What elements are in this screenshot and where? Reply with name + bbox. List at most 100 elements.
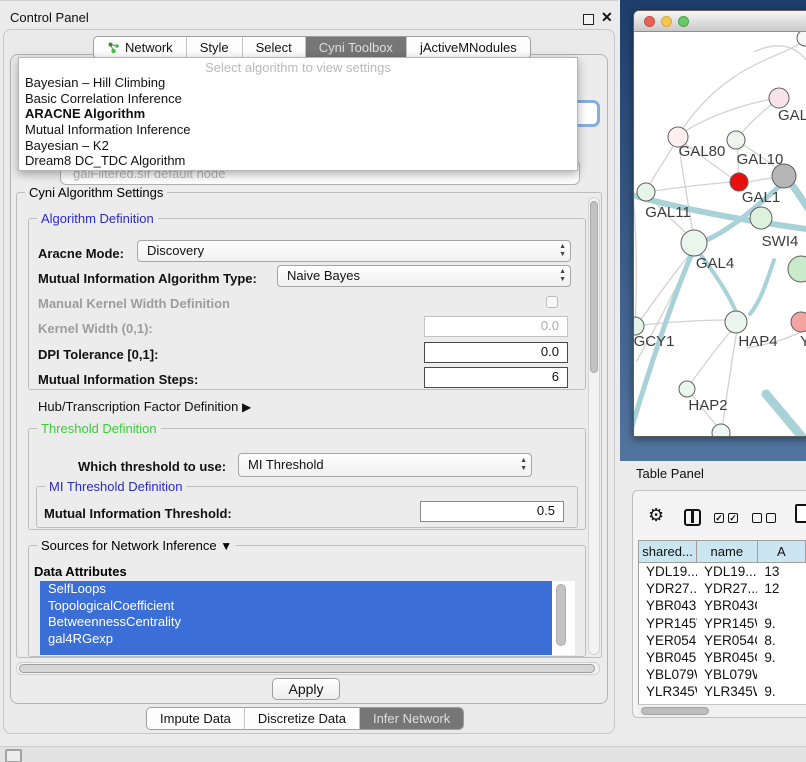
aracne-mode-combobox[interactable]: Discovery ▲▼: [137, 240, 571, 262]
node-label: GAL11: [645, 204, 691, 221]
table-row[interactable]: YDL19...YDL19...13: [639, 563, 806, 580]
network-node-gal4[interactable]: [681, 230, 707, 256]
apply-button[interactable]: Apply: [272, 678, 340, 700]
algorithm-option[interactable]: Basic Correlation Inference: [19, 91, 577, 107]
network-edge[interactable]: [678, 98, 779, 136]
network-edge[interactable]: [754, 46, 806, 66]
network-edge[interactable]: [634, 152, 636, 324]
network-canvas[interactable]: GALGAL80GAL10GAL1GAL11SWI4GAL4GCY1HAP4YH…: [634, 32, 806, 437]
table-row[interactable]: YER054CYER054C8.: [639, 632, 806, 649]
network-node[interactable]: [788, 256, 806, 282]
algorithm-option[interactable]: Bayesian – K2: [19, 138, 577, 154]
select-all-icon[interactable]: ✓: [714, 513, 724, 523]
network-node-gal11[interactable]: [637, 183, 655, 201]
aracne-mode-value: Discovery: [147, 243, 204, 258]
network-node-hap4[interactable]: [725, 311, 747, 333]
tab-style[interactable]: Style: [187, 37, 243, 58]
sources-group-title[interactable]: Sources for Network Inference ▼: [37, 538, 236, 553]
tab-select[interactable]: Select: [243, 37, 306, 58]
network-node-y[interactable]: [791, 312, 806, 332]
attributes-list-scrollbar[interactable]: [556, 584, 566, 646]
tab-jactivemnodules[interactable]: jActiveMNodules: [407, 37, 530, 58]
network-node-swi4[interactable]: [750, 207, 772, 229]
network-view-window[interactable]: GALGAL80GAL10GAL1GAL11SWI4GAL4GCY1HAP4YH…: [633, 10, 806, 437]
table-row[interactable]: YLR345WYLR345W9.: [639, 683, 806, 700]
table-cell: YLR345W: [697, 683, 757, 700]
columns-icon[interactable]: [684, 509, 701, 526]
combo-arrows-icon: ▲▼: [520, 457, 527, 473]
columns-icon-divider: [691, 511, 694, 523]
table-row[interactable]: YBR045CYBR045C9.: [639, 649, 806, 666]
deselect-all-icon[interactable]: [752, 513, 762, 523]
network-edge[interactable]: [647, 182, 734, 192]
network-edge-highlighted[interactable]: [750, 260, 774, 314]
table-row[interactable]: YDR27...YDR27...12: [639, 580, 806, 597]
algorithm-option[interactable]: ARACNE Algorithm: [19, 106, 577, 122]
mi-steps-field[interactable]: 6: [424, 367, 568, 388]
table-cell: YER054C: [697, 632, 757, 649]
algorithm-option[interactable]: Mutual Information Inference: [19, 122, 577, 138]
select-all-icon[interactable]: ✓: [728, 513, 738, 523]
algorithm-option[interactable]: Bayesian – Hill Climbing: [19, 75, 577, 91]
network-node-gal10[interactable]: [727, 131, 745, 149]
minimize-window-icon[interactable]: [661, 16, 672, 27]
tab-cyni-toolbox[interactable]: Cyni Toolbox: [306, 37, 407, 58]
node-label: GAL: [778, 107, 806, 124]
collapsed-panel-button[interactable]: [5, 749, 22, 762]
data-attributes-list[interactable]: SelfLoopsTopologicalCoefficientBetweenne…: [40, 581, 575, 655]
deselect-all-icon[interactable]: [766, 513, 776, 523]
gear-icon[interactable]: ⚙: [648, 505, 664, 526]
page-icon[interactable]: [795, 504, 806, 523]
manual-kernel-checkbox[interactable]: [546, 296, 558, 308]
settings-horizontal-scrollbar[interactable]: [16, 662, 600, 675]
network-node[interactable]: [712, 424, 730, 437]
network-edge-highlighted[interactable]: [766, 394, 806, 437]
scrollbar-thumb[interactable]: [641, 707, 709, 715]
float-window-icon[interactable]: [583, 14, 594, 25]
table-cell: [757, 597, 806, 614]
aracne-mode-label: Aracne Mode:: [38, 246, 124, 261]
column-header[interactable]: name: [697, 541, 757, 562]
network-edge[interactable]: [636, 320, 726, 326]
node-label: HAP4: [738, 333, 777, 350]
attribute-list-item[interactable]: gal4RGexp: [40, 631, 552, 648]
column-header[interactable]: shared...: [639, 541, 697, 562]
tab-label: Network: [125, 40, 173, 55]
algorithm-option[interactable]: Dream8 DC_TDC Algorithm: [19, 153, 577, 169]
network-node-hap2[interactable]: [679, 381, 695, 397]
tab-network[interactable]: Network: [94, 37, 187, 58]
attribute-list-item[interactable]: SelfLoops: [40, 581, 552, 598]
network-edge[interactable]: [636, 252, 692, 326]
table-cell: YPR145W: [697, 615, 757, 632]
tab-impute-data[interactable]: Impute Data: [147, 708, 245, 729]
node-attribute-table[interactable]: shared...nameAYDL19...YDL19...13YDR27...…: [638, 540, 806, 716]
table-row[interactable]: YPR145WYPR145W9.: [639, 615, 806, 632]
table-horizontal-scrollbar[interactable]: [638, 704, 806, 717]
attribute-list-item[interactable]: BetweennessCentrality: [40, 614, 552, 631]
table-cell: 13: [757, 563, 806, 580]
network-node-gal[interactable]: [769, 88, 789, 108]
which-threshold-combobox[interactable]: MI Threshold ▲▼: [238, 453, 532, 477]
mi-threshold-field[interactable]: 0.5: [420, 501, 564, 522]
mi-type-value: Naive Bayes: [287, 268, 360, 283]
close-window-icon[interactable]: [644, 16, 655, 27]
table-row[interactable]: YBR043CYBR043C: [639, 597, 806, 614]
scrollbar-thumb[interactable]: [19, 664, 595, 673]
dpi-tolerance-field[interactable]: 0.0: [424, 342, 568, 363]
settings-vertical-scrollbar[interactable]: [588, 197, 600, 655]
close-panel-icon[interactable]: ✕: [601, 9, 613, 26]
kernel-width-label: Kernel Width (0,1):: [38, 321, 153, 336]
zoom-window-icon[interactable]: [678, 16, 689, 27]
combo-arrows-icon: ▲▼: [559, 268, 566, 284]
attribute-list-item[interactable]: [40, 647, 552, 655]
hub-definition-expander[interactable]: Hub/Transcription Factor Definition ▶: [38, 399, 251, 414]
scrollbar-thumb[interactable]: [590, 201, 598, 373]
tab-discretize-data[interactable]: Discretize Data: [245, 708, 360, 729]
kernel-width-field[interactable]: 0.0: [424, 316, 568, 337]
column-header[interactable]: A: [758, 541, 806, 562]
table-row[interactable]: YBL079WYBL079W: [639, 666, 806, 683]
mi-type-combobox[interactable]: Naive Bayes ▲▼: [277, 265, 571, 287]
attribute-list-item[interactable]: TopologicalCoefficient: [40, 598, 552, 615]
tab-infer-network[interactable]: Infer Network: [360, 708, 463, 729]
network-node[interactable]: [772, 164, 796, 188]
